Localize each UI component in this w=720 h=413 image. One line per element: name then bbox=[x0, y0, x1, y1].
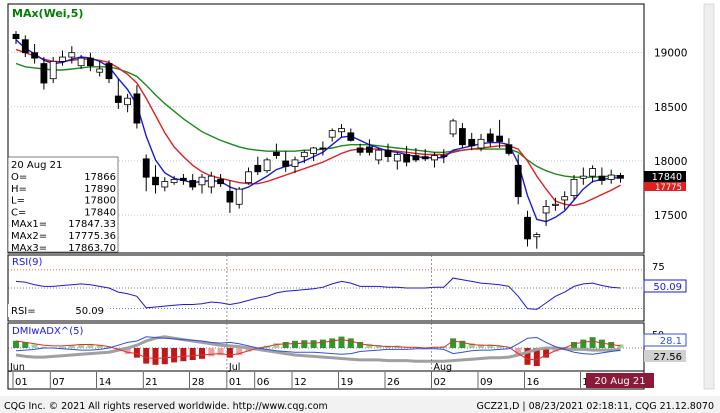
time-axis-label: 09 bbox=[480, 377, 493, 388]
ohlc-data-box: 20 Aug 21 O= 17866 H= 17890 L= 17800 C= 17840 MA… bbox=[7, 156, 119, 254]
dmi-histogram-bar bbox=[292, 340, 298, 348]
dmi-histogram-bar bbox=[208, 348, 215, 357]
dmi-histogram-bar bbox=[450, 338, 457, 348]
dmi-histogram-bar bbox=[617, 344, 624, 348]
price-tick-label: 18500 bbox=[654, 102, 687, 114]
data-box-key: MAx2= bbox=[11, 231, 47, 242]
dmi-histogram-bar bbox=[199, 348, 205, 359]
data-box-date: 20 Aug 21 bbox=[11, 160, 62, 171]
time-axis-label: 26 bbox=[387, 377, 400, 388]
last-date-label: 20 Aug 21 bbox=[594, 376, 645, 387]
dmi-histogram-bar bbox=[589, 337, 596, 348]
data-box-value: 17800 bbox=[84, 196, 116, 207]
rsi-axis-tick-75: 75 bbox=[652, 262, 665, 273]
price-axis: 19000 18500 18000 17500 bbox=[654, 48, 687, 222]
price-tick-label: 17500 bbox=[654, 210, 687, 222]
footer-symbol-info: GCZ21,D | 08/23/2021 02:18:11, CQG 21.12… bbox=[476, 401, 714, 412]
rsi-value-label: 50.09 bbox=[653, 282, 682, 293]
time-axis-label: 19 bbox=[341, 377, 354, 388]
data-box-key: C= bbox=[11, 207, 26, 218]
dmi-histogram-bar bbox=[329, 338, 336, 348]
time-axis-label: 16 bbox=[527, 377, 540, 388]
time-axis-month-label: Jul bbox=[228, 362, 240, 373]
last-price-label: 17840 bbox=[652, 172, 682, 183]
dmi-histogram-bar bbox=[580, 339, 587, 348]
dmi-histogram-bar bbox=[161, 348, 168, 365]
data-box-value: 17863.70 bbox=[68, 243, 116, 254]
data-box-value: 17890 bbox=[84, 184, 116, 195]
data-box-value: 17847.33 bbox=[68, 219, 116, 230]
dmi-histogram-bar bbox=[282, 342, 289, 348]
dmi-value-label-2: 27.56 bbox=[653, 352, 682, 363]
dmi-histogram-bar bbox=[226, 348, 233, 358]
time-axis-label: 14 bbox=[99, 377, 112, 388]
time-axis-label: 01 bbox=[229, 377, 242, 388]
data-box-key: MAx1= bbox=[11, 219, 47, 230]
time-axis-label: 21 bbox=[145, 377, 158, 388]
time-axis-label: 02 bbox=[434, 377, 447, 388]
data-box-key: O= bbox=[11, 172, 27, 183]
candle bbox=[263, 157, 271, 173]
time-axis-label: 12 bbox=[294, 377, 307, 388]
data-box-key: L= bbox=[11, 196, 25, 207]
price-tick-label: 18000 bbox=[654, 156, 687, 168]
data-box-value: 17775.36 bbox=[68, 231, 116, 242]
dmi-histogram-bar bbox=[338, 336, 345, 348]
chart-window: MAx(Wei,5) 20 Aug 21 O= 17866 H= 17890 L= 178… bbox=[0, 3, 720, 413]
dmi-value-tag-1: 28.1 bbox=[643, 333, 687, 347]
rsi-readout-value: 50.09 bbox=[75, 306, 104, 317]
last-date-tag: 20 Aug 21 bbox=[586, 373, 654, 388]
rsi-title: RSI(9) bbox=[12, 257, 43, 268]
dmi-histogram-bar bbox=[152, 348, 159, 365]
footer-copyright: CQG Inc. © 2021 All rights reserved worl… bbox=[4, 401, 328, 412]
price-tick-label: 19000 bbox=[654, 48, 687, 60]
right-scroll-strip[interactable] bbox=[703, 3, 715, 390]
time-axis-label: 28 bbox=[192, 377, 205, 388]
data-box-value: 17840 bbox=[84, 207, 116, 218]
time-axis-label: 01 bbox=[15, 377, 28, 388]
last-price-tag: 17840 bbox=[644, 171, 686, 183]
dmi-histogram-bar bbox=[59, 346, 66, 348]
dmi-histogram-bar bbox=[189, 348, 196, 360]
data-box-key: H= bbox=[11, 184, 27, 195]
ma2-price-label: 17775 bbox=[655, 183, 682, 193]
dmi-histogram-bar bbox=[180, 348, 187, 362]
rsi-readout-label: RSI= bbox=[11, 306, 36, 317]
data-box-value: 17866 bbox=[84, 172, 116, 183]
dmi-histogram-bar bbox=[31, 344, 38, 348]
dmi-histogram-bar bbox=[319, 339, 326, 348]
time-axis-month-label: Jun bbox=[9, 362, 25, 373]
dmi-histogram-bar bbox=[301, 340, 308, 348]
dmi-histogram-bar bbox=[310, 340, 317, 348]
dmi-histogram-bar bbox=[143, 348, 150, 364]
ma2-price-tag: 17775 bbox=[644, 182, 686, 193]
dmi-histogram-bar bbox=[171, 348, 178, 363]
dmi-title: DMIwADX^(5) bbox=[12, 326, 83, 337]
time-axis-label: 07 bbox=[52, 377, 65, 388]
time-axis-month-label: Aug bbox=[434, 362, 453, 373]
dmi-histogram-bar bbox=[68, 345, 75, 348]
dmi-histogram-bar bbox=[347, 338, 354, 348]
price-panel-title: MAx(Wei,5) bbox=[12, 7, 83, 20]
dmi-value-tag-2: 27.56 bbox=[644, 350, 686, 363]
rsi-value-tag: 50.09 bbox=[643, 279, 687, 293]
data-box-key: MAx3= bbox=[11, 243, 47, 254]
time-axis-label: 06 bbox=[257, 377, 270, 388]
dmi-value-label-1: 28.1 bbox=[660, 336, 682, 347]
dmi-histogram-bar bbox=[13, 340, 19, 348]
